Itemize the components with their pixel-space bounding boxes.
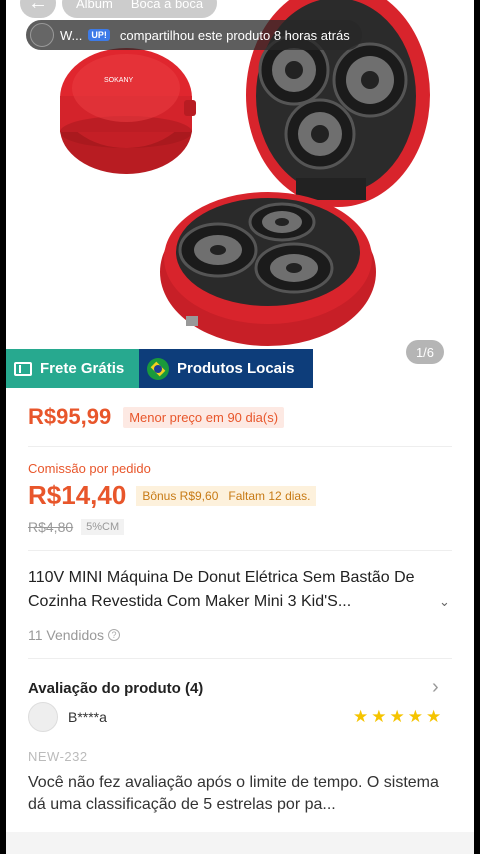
review-variant: NEW-232 [28,749,88,764]
divider [28,658,452,659]
star-icon: ★ [389,707,405,726]
avatar [28,702,58,732]
product-title[interactable]: 110V MINI Máquina De Donut Elétrica Sem … [28,566,428,614]
star-icon: ★ [407,707,423,726]
image-counter: 1/6 [406,340,444,364]
review-author: B****a [28,702,107,732]
gallery-tab-bar: ← Álbum Boca a boca [6,0,218,18]
back-button[interactable]: ← [20,0,56,18]
star-icon: ★ [353,707,369,726]
divider [28,446,452,447]
product-badges: Frete Grátis Produtos Locais [6,349,313,388]
review-text: Você não fez avaliação após o limite de … [28,774,439,813]
time-remaining: Faltam 12 dias. [228,488,311,503]
product-photo: SOKANY [60,0,430,346]
price-row: R$95,99 Menor preço em 90 dia(s) [28,404,285,430]
local-products-label: Produtos Locais [177,360,295,377]
share-text: compartilhou este produto 8 horas atrás [119,27,350,43]
product-page: SOKANY ← Álbum Boca a boca W... UP! comp… [6,0,474,854]
reviewer-name: B****a [68,709,107,725]
bonus-tag: Bônus R$9,60 Faltam 12 dias. [136,485,317,506]
bonus-value: Bônus R$9,60 [142,488,219,503]
old-commission: R$4,80 [28,519,74,535]
closed-maker-image: SOKANY [60,48,196,174]
commission-row: R$14,40 Bônus R$9,60 Faltam 12 dias. [28,480,317,511]
sold-count: 11 Vendidos ? [28,627,121,643]
free-shipping-label: Frete Grátis [40,360,125,377]
share-notification: W... UP! compartilhou este produto 8 hor… [26,20,362,50]
shipping-icon [14,361,32,376]
gallery-tabs: Álbum Boca a boca [62,0,218,18]
commission-amount: R$14,40 [28,480,127,510]
tab-boca-a-boca[interactable]: Boca a boca [131,0,203,11]
avatar [30,23,54,47]
brazil-flag-icon [147,357,169,380]
arrow-left-icon: ← [28,0,48,14]
tab-album[interactable]: Álbum [76,0,113,11]
old-commission-row: R$4,80 5%CM [28,519,125,535]
star-rating: ★ ★ ★ ★ ★ [353,708,441,725]
share-user: W... [60,27,83,43]
bottom-bar [6,832,474,854]
free-shipping-badge: Frete Grátis [6,349,139,388]
product-image-gallery[interactable]: SOKANY ← Álbum Boca a boca W... UP! comp… [6,0,474,388]
chevron-down-icon[interactable]: ⌄ [439,594,450,610]
local-products-badge: Produtos Locais [139,349,313,388]
commission-rate: 5%CM [81,519,125,535]
commission-label: Comissão por pedido [28,461,151,476]
sold-count-label: 11 Vendidos [28,627,105,643]
open-maker-base [160,192,376,346]
reviews-heading[interactable]: Avaliação do produto (4) [28,680,203,697]
current-price: R$95,99 [28,404,112,429]
up-badge: UP! [88,29,110,41]
lowest-price-tag: Menor preço em 90 dia(s) [123,406,285,428]
divider [28,550,452,551]
help-icon[interactable]: ? [108,629,121,641]
chevron-right-icon[interactable]: › [432,676,439,699]
star-icon: ★ [371,707,387,726]
svg-text:SOKANY: SOKANY [104,77,134,84]
star-icon: ★ [426,707,442,726]
